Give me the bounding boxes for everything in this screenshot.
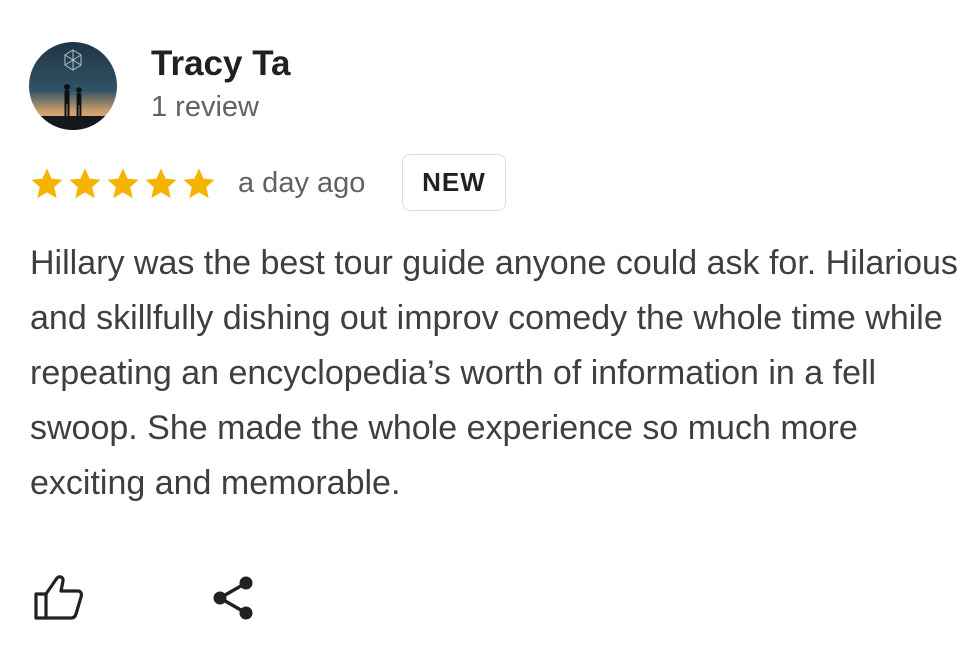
new-badge: NEW [402, 154, 506, 211]
review-timestamp: a day ago [238, 167, 366, 199]
star-rating [28, 164, 218, 204]
reviewer-review-count: 1 review [151, 91, 259, 123]
share-button[interactable] [210, 574, 256, 622]
star-icon [145, 168, 177, 199]
share-icon [213, 576, 253, 620]
reviewer-avatar[interactable] [29, 42, 117, 130]
like-button[interactable] [33, 572, 85, 622]
star-icon [183, 168, 215, 199]
star-icon [107, 168, 139, 199]
reviewer-name[interactable]: Tracy Ta [151, 44, 290, 84]
review-card: Tracy Ta 1 review a day ago NEW Hillary … [0, 0, 973, 670]
thumbs-up-icon [34, 575, 84, 620]
review-body: Hillary was the best tour guide anyone c… [30, 244, 958, 502]
profile-photo-silhouettes-icon [29, 42, 117, 130]
star-icon [69, 168, 101, 199]
star-icon [31, 168, 63, 199]
